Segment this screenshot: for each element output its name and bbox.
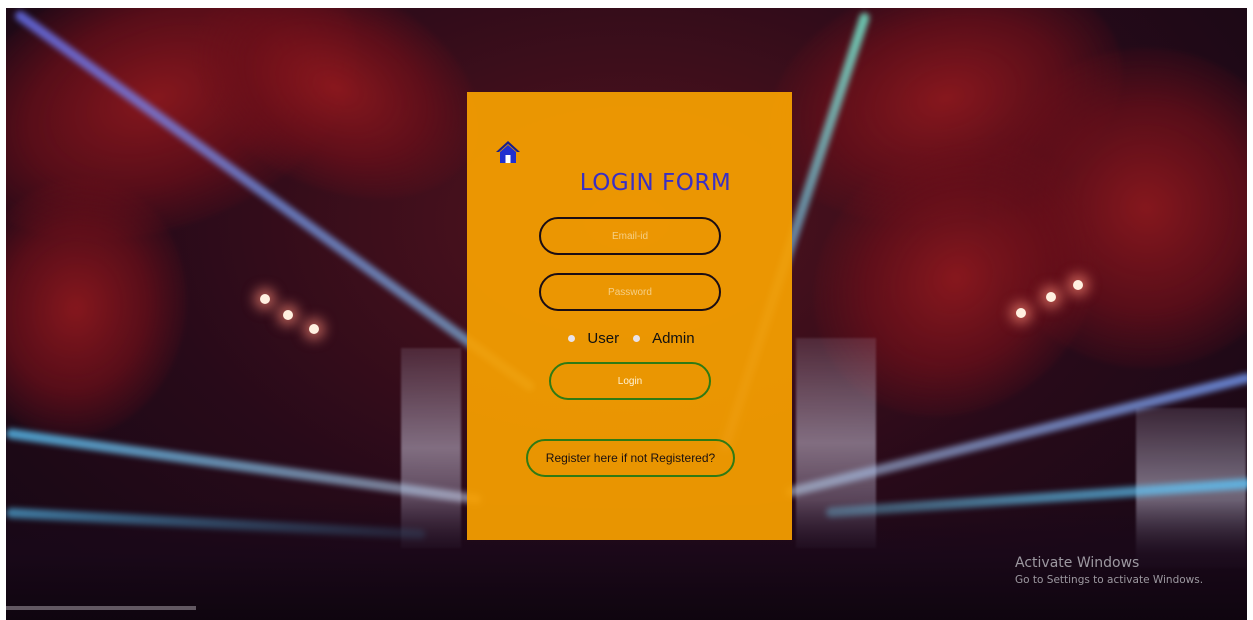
user-radio[interactable]	[568, 334, 576, 342]
watermark-title: Activate Windows	[1015, 555, 1140, 571]
login-card: LOGIN FORM User Admin Login Register her…	[467, 92, 792, 540]
login-button[interactable]: Login	[549, 362, 711, 400]
watermark-subtitle: Go to Settings to activate Windows.	[1015, 574, 1204, 586]
spotlight	[1046, 292, 1056, 302]
spotlight	[283, 310, 293, 320]
password-field[interactable]	[539, 273, 721, 311]
register-button[interactable]: Register here if not Registered?	[526, 439, 735, 477]
spotlight	[1073, 280, 1083, 290]
admin-radio-label[interactable]: Admin	[652, 330, 695, 347]
spotlight	[309, 324, 319, 334]
user-radio-label[interactable]: User	[587, 330, 619, 347]
admin-radio[interactable]	[633, 334, 641, 342]
login-form-title: LOGIN FORM	[579, 170, 732, 196]
spotlight	[1016, 308, 1026, 318]
email-field[interactable]	[539, 217, 721, 255]
bottom-bar-decoration	[6, 606, 196, 610]
role-selector: User Admin	[467, 328, 792, 348]
home-icon[interactable]	[495, 139, 521, 165]
activate-windows-watermark: Activate Windows Go to Settings to activ…	[1015, 554, 1203, 588]
background-image: LOGIN FORM User Admin Login Register her…	[6, 8, 1247, 620]
spotlight	[260, 294, 270, 304]
